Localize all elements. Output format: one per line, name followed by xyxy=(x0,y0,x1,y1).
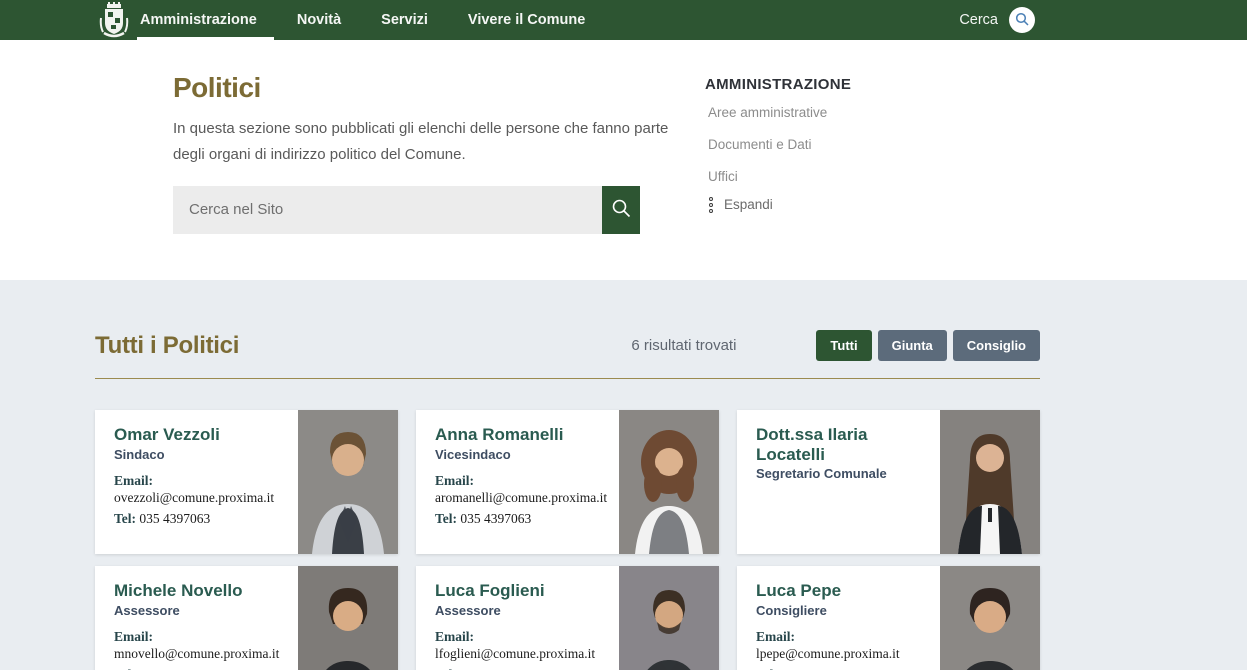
filter-buttons: Tutti Giunta Consiglio xyxy=(816,330,1040,361)
tel-label: Tel: xyxy=(114,667,136,670)
page-title: Politici xyxy=(173,72,693,104)
person-tel: 035 4397063 xyxy=(781,667,852,670)
tel-label: Tel: xyxy=(435,667,457,670)
person-photo xyxy=(298,566,398,670)
person-email: aromanelli@comune.proxima.it xyxy=(435,490,607,505)
filter-button-giunta[interactable]: Giunta xyxy=(878,330,947,361)
email-label: Email: xyxy=(114,473,153,488)
municipality-crest-logo xyxy=(98,2,130,39)
politicians-card-grid: Omar Vezzoli Sindaco Email: ovezzoli@com… xyxy=(95,410,1040,670)
site-search-button[interactable] xyxy=(602,186,640,234)
person-role: Consigliere xyxy=(756,603,932,618)
person-contact: Email: mnovello@comune.proxima.it Tel: 0… xyxy=(114,628,290,670)
magnifier-icon xyxy=(611,198,631,221)
sidebar-link-documenti-e-dati[interactable]: Documenti e Dati xyxy=(705,134,965,157)
sidebar-link-aree-amministrative[interactable]: Aree amministrative xyxy=(705,102,965,125)
politicians-results-section: Tutti i Politici 6 risultati trovati Tut… xyxy=(0,280,1247,670)
politician-card[interactable]: Luca Pepe Consigliere Email: lpepe@comun… xyxy=(737,566,1040,670)
person-name: Omar Vezzoli xyxy=(114,425,290,445)
results-count: 6 risultati trovati xyxy=(631,337,736,354)
person-role: Vicesindaco xyxy=(435,447,611,462)
person-photo xyxy=(940,410,1040,554)
navbar-search-button[interactable] xyxy=(1009,7,1035,33)
person-contact: Email: ovezzoli@comune.proxima.it Tel: 0… xyxy=(114,472,290,528)
person-contact: Email: lpepe@comune.proxima.it Tel: 035 … xyxy=(756,628,932,670)
navbar-search-area: Cerca xyxy=(959,7,1035,33)
sidebar-heading: AMMINISTRAZIONE xyxy=(705,76,965,93)
nav-item-vivere-il-comune[interactable]: Vivere il Comune xyxy=(468,0,585,40)
person-name: Luca Pepe xyxy=(756,581,932,601)
sidebar-expand-button[interactable]: Espandi xyxy=(705,197,965,213)
person-tel: 035 4397063 xyxy=(139,667,210,670)
tel-label: Tel: xyxy=(756,667,778,670)
top-navbar: Amministrazione Novità Servizi Vivere il… xyxy=(0,0,1247,40)
politician-card[interactable]: Omar Vezzoli Sindaco Email: ovezzoli@com… xyxy=(95,410,398,554)
politician-card[interactable]: Luca Foglieni Assessore Email: lfoglieni… xyxy=(416,566,719,670)
person-email: lpepe@comune.proxima.it xyxy=(756,646,900,661)
person-contact: Email: lfoglieni@comune.proxima.it Tel: … xyxy=(435,628,611,670)
person-name: Anna Romanelli xyxy=(435,425,611,445)
politician-card[interactable]: Anna Romanelli Vicesindaco Email: aroman… xyxy=(416,410,719,554)
page-intro: Politici In questa sezione sono pubblica… xyxy=(173,72,693,234)
person-tel: 035 4397063 xyxy=(460,667,531,670)
site-search-input[interactable] xyxy=(173,186,602,234)
tel-label: Tel: xyxy=(114,511,136,526)
page-description: In questa sezione sono pubblicati gli el… xyxy=(173,116,691,169)
politician-card[interactable]: Dott.ssa Ilaria Locatelli Segretario Com… xyxy=(737,410,1040,554)
email-label: Email: xyxy=(114,629,153,644)
person-tel: 035 4397063 xyxy=(139,511,210,526)
person-email: ovezzoli@comune.proxima.it xyxy=(114,490,274,505)
administration-sidebar: AMMINISTRAZIONE Aree amministrative Docu… xyxy=(705,76,965,213)
person-role: Sindaco xyxy=(114,447,290,462)
person-photo xyxy=(619,410,719,554)
magnifier-icon xyxy=(1015,12,1029,29)
nav-item-amministrazione[interactable]: Amministrazione xyxy=(140,0,257,40)
kebab-dots-icon xyxy=(705,197,713,213)
person-name: Michele Novello xyxy=(114,581,290,601)
page-header-section: Politici In questa sezione sono pubblica… xyxy=(0,40,1247,280)
person-role: Segretario Comunale xyxy=(756,466,932,481)
email-label: Email: xyxy=(435,629,474,644)
person-tel: 035 4397063 xyxy=(460,511,531,526)
filter-button-tutti[interactable]: Tutti xyxy=(816,330,871,361)
nav-item-novita[interactable]: Novità xyxy=(297,0,341,40)
person-email: lfoglieni@comune.proxima.it xyxy=(435,646,595,661)
person-contact: Email: aromanelli@comune.proxima.it Tel:… xyxy=(435,472,611,528)
person-name: Dott.ssa Ilaria Locatelli xyxy=(756,425,932,464)
person-email: mnovello@comune.proxima.it xyxy=(114,646,279,661)
person-photo xyxy=(940,566,1040,670)
email-label: Email: xyxy=(756,629,795,644)
person-role: Assessore xyxy=(114,603,290,618)
results-header: Tutti i Politici 6 risultati trovati Tut… xyxy=(95,330,1040,361)
nav-item-servizi[interactable]: Servizi xyxy=(381,0,428,40)
site-search-bar xyxy=(173,186,640,234)
person-name: Luca Foglieni xyxy=(435,581,611,601)
sidebar-link-uffici[interactable]: Uffici xyxy=(705,166,965,189)
expand-label: Espandi xyxy=(724,197,773,212)
politician-card[interactable]: Michele Novello Assessore Email: mnovell… xyxy=(95,566,398,670)
person-role: Assessore xyxy=(435,603,611,618)
search-label: Cerca xyxy=(959,12,998,28)
email-label: Email: xyxy=(435,473,474,488)
filter-button-consiglio[interactable]: Consiglio xyxy=(953,330,1040,361)
person-photo xyxy=(298,410,398,554)
results-title: Tutti i Politici xyxy=(95,332,239,360)
person-photo xyxy=(619,566,719,670)
divider xyxy=(95,378,1040,379)
tel-label: Tel: xyxy=(435,511,457,526)
main-navigation: Amministrazione Novità Servizi Vivere il… xyxy=(140,0,625,40)
